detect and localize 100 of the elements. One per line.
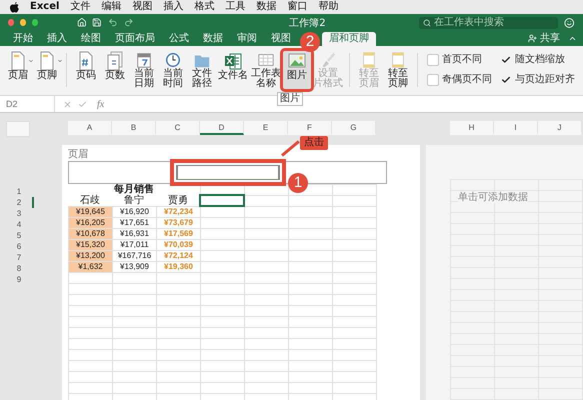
table-cell-text: ¥16,920 bbox=[119, 207, 150, 217]
ribbon-tab[interactable]: 视图 bbox=[264, 32, 298, 46]
table-cell-text: ¥16,931 bbox=[119, 229, 150, 239]
ribbon-button[interactable]: 文件 路径 bbox=[188, 51, 216, 89]
ribbon-tab[interactable]: 数据 bbox=[196, 32, 230, 46]
menu-item[interactable]: 窗口 bbox=[287, 1, 308, 13]
page-outline-icon bbox=[360, 51, 378, 69]
hash-page-icon bbox=[77, 51, 95, 71]
undo-icon[interactable] bbox=[108, 17, 118, 28]
ribbon-button[interactable]: 当前 日期 bbox=[130, 51, 158, 89]
ribbon-tab[interactable]: 页面布局 bbox=[108, 32, 162, 46]
ribbon-button[interactable]: 工作表 名称 bbox=[250, 51, 282, 89]
column-header[interactable]: H bbox=[450, 121, 494, 135]
function-button[interactable]: fx bbox=[97, 98, 104, 110]
table-cell: ¥13,200 bbox=[69, 251, 112, 261]
column-header[interactable]: C bbox=[156, 121, 200, 135]
name-box[interactable]: D2 bbox=[0, 99, 54, 109]
redo-icon[interactable] bbox=[124, 17, 134, 28]
column-header[interactable]: J bbox=[538, 121, 582, 135]
row-number[interactable]: 7 bbox=[6, 252, 34, 263]
ribbon-button[interactable]: 转至 页脚 bbox=[384, 51, 412, 89]
checkbox-label: 与页边距对齐 bbox=[515, 74, 575, 86]
column-header[interactable]: A bbox=[68, 121, 112, 135]
row-number[interactable]: 6 bbox=[6, 241, 34, 252]
row-number[interactable]: 5 bbox=[6, 230, 34, 241]
clock-icon bbox=[164, 51, 182, 69]
close-button[interactable] bbox=[8, 19, 14, 26]
column-header[interactable]: B bbox=[112, 121, 156, 135]
checkbox[interactable] bbox=[427, 54, 439, 66]
checkbox-label: 首页不同 bbox=[442, 54, 482, 66]
menu-item[interactable]: 视图 bbox=[132, 1, 152, 13]
smiley-icon[interactable] bbox=[564, 16, 575, 28]
ribbon-button[interactable]: 页脚 bbox=[33, 51, 61, 89]
ribbon-tab[interactable]: 插入 bbox=[40, 32, 74, 46]
menu-item[interactable]: 工具 bbox=[225, 1, 246, 13]
row-number[interactable]: 1 bbox=[6, 186, 34, 197]
table-cell-text: ¥72,234 bbox=[163, 207, 194, 217]
row-number[interactable]: 4 bbox=[6, 219, 34, 230]
ribbon-tab[interactable]: 审阅 bbox=[230, 32, 264, 46]
row-number[interactable]: 8 bbox=[6, 263, 34, 274]
search-icon bbox=[423, 18, 432, 26]
ribbon-button[interactable]: 页码 bbox=[72, 51, 100, 89]
checkbox-label: 随文档缩放 bbox=[515, 54, 565, 66]
column-header[interactable]: G bbox=[332, 121, 376, 135]
table-cell-text: ¥70,039 bbox=[163, 240, 194, 250]
share-button[interactable]: 共享 bbox=[528, 32, 560, 46]
row-number[interactable]: 2 bbox=[6, 197, 34, 208]
ribbon-tab[interactable]: 开始 bbox=[6, 32, 40, 46]
menu-item[interactable]: 格式 bbox=[194, 1, 214, 13]
ribbon-button[interactable]: 图片 bbox=[283, 51, 311, 89]
page-icon bbox=[9, 51, 27, 71]
apple-logo-icon[interactable] bbox=[10, 2, 19, 12]
checkbox-label: 奇偶页不同 bbox=[442, 74, 492, 86]
minimize-button[interactable] bbox=[20, 19, 26, 26]
ribbon-tab[interactable]: 公式 bbox=[162, 32, 196, 46]
column-header[interactable]: I bbox=[494, 121, 538, 135]
home-icon[interactable] bbox=[76, 17, 86, 28]
table-cell-text: ¥17,569 bbox=[163, 229, 194, 239]
table-cell-text: ¥19,360 bbox=[163, 262, 194, 272]
collapse-ribbon-icon[interactable] bbox=[568, 34, 577, 43]
checkbox[interactable] bbox=[427, 74, 439, 86]
search-field[interactable]: 在工作表中搜索 bbox=[419, 16, 558, 28]
table-cell: ¥19,645 bbox=[69, 207, 112, 217]
table-cell-text: ¥13,909 bbox=[119, 262, 150, 272]
table-cell-text: ¥167,716 bbox=[116, 251, 152, 261]
menu-item[interactable]: 数据 bbox=[256, 1, 276, 13]
ribbon-tab[interactable]: 眉和页脚 bbox=[322, 32, 376, 46]
table-cell-text: ¥73,679 bbox=[163, 218, 194, 228]
menu-item[interactable]: 帮助 bbox=[318, 1, 338, 13]
column-header[interactable]: D bbox=[200, 121, 244, 135]
row-number[interactable]: 3 bbox=[6, 208, 34, 219]
table-header: 石歧 bbox=[68, 195, 112, 206]
callout-label: 点击 bbox=[300, 136, 328, 150]
ribbon-button[interactable]: 当前 时间 bbox=[159, 51, 187, 89]
table-cell-text: ¥17,651 bbox=[119, 218, 150, 228]
step-badge: 2 bbox=[300, 32, 320, 52]
pages-icon bbox=[106, 51, 124, 71]
ribbon-tab[interactable]: 绘图 bbox=[74, 32, 108, 46]
column-header[interactable]: E bbox=[244, 121, 288, 135]
header-label: 页眉 bbox=[68, 149, 89, 160]
tooltip: 图片 bbox=[277, 92, 303, 106]
menu-item[interactable]: 插入 bbox=[163, 1, 184, 13]
ribbon-button[interactable]: 页眉 bbox=[4, 51, 32, 89]
cancel-icon[interactable] bbox=[63, 100, 72, 108]
table-cell: ¥16,205 bbox=[69, 218, 112, 228]
selected-cell[interactable] bbox=[200, 195, 244, 206]
table-header: 贾勇 bbox=[156, 195, 200, 206]
page-outline-icon bbox=[389, 51, 407, 69]
menu-item[interactable]: 编辑 bbox=[101, 1, 122, 13]
ribbon-button[interactable]: 文件名 bbox=[217, 51, 249, 89]
menu-item[interactable]: 文件 bbox=[70, 1, 90, 13]
enter-icon[interactable] bbox=[78, 100, 87, 108]
app-menu[interactable]: Excel bbox=[30, 1, 60, 13]
ribbon-button[interactable]: 页数 bbox=[101, 51, 129, 89]
row-number[interactable]: 9 bbox=[6, 274, 34, 285]
maximize-button[interactable] bbox=[32, 19, 38, 26]
save-icon[interactable] bbox=[92, 17, 102, 28]
column-header[interactable]: F bbox=[288, 121, 332, 135]
spreadsheet-file-icon bbox=[224, 51, 242, 71]
table-cell-text: ¥72,124 bbox=[163, 251, 194, 261]
